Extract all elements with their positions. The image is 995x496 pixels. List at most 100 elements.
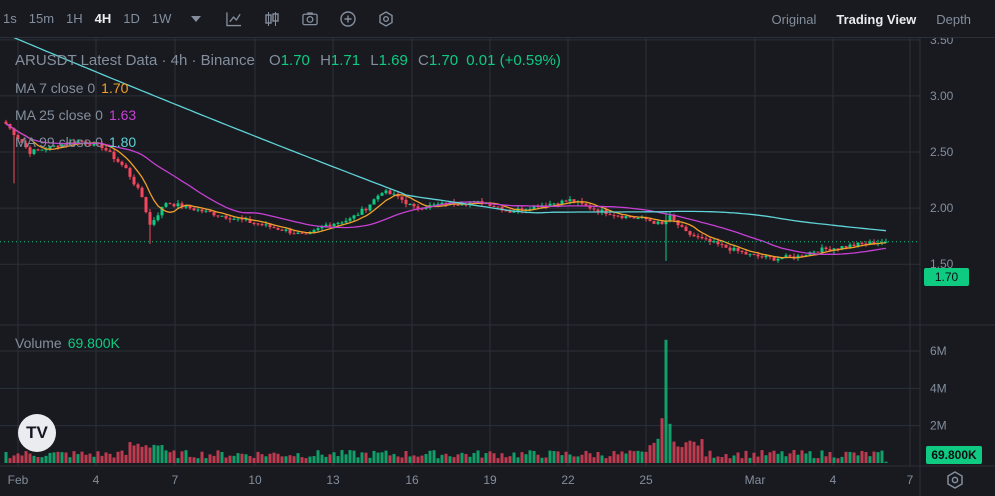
- timeframe-1w[interactable]: 1W: [146, 11, 178, 26]
- y-tick-label: 3.50: [930, 38, 954, 47]
- candle-body: [376, 195, 380, 200]
- candle-body: [788, 255, 792, 257]
- volume-bar: [548, 450, 552, 463]
- add-icon[interactable]: [340, 10, 357, 27]
- timeframe-15m[interactable]: 15m: [23, 11, 60, 26]
- volume-bar: [120, 450, 124, 463]
- tab-trading-view[interactable]: Trading View: [836, 12, 916, 27]
- candle-body: [824, 247, 828, 250]
- chevron-down-icon[interactable]: [188, 11, 204, 27]
- volume-bar: [220, 451, 224, 463]
- candle-body: [636, 218, 640, 220]
- ma7-value: 1.70: [101, 80, 129, 96]
- candle-body: [256, 223, 260, 225]
- volume-bar: [184, 450, 188, 463]
- candle-body: [624, 216, 628, 219]
- volume-bar: [764, 455, 768, 463]
- volume-bar: [72, 451, 76, 463]
- volume-bar: [592, 457, 596, 463]
- volume-bar: [276, 453, 280, 463]
- volume-bar: [660, 418, 664, 463]
- candle-body: [700, 236, 704, 239]
- volume-bar: [792, 450, 796, 463]
- candle-type-icon[interactable]: [264, 11, 280, 27]
- candle-body: [116, 159, 120, 162]
- candle-body: [300, 232, 304, 234]
- chart-settings-icon[interactable]: [946, 471, 964, 489]
- candle-body: [496, 206, 500, 208]
- x-tick-label: Mar: [745, 473, 766, 487]
- volume-bar: [24, 451, 28, 463]
- tradingview-logo[interactable]: TV: [18, 414, 56, 452]
- candle-body: [200, 209, 204, 212]
- candle-body: [368, 204, 372, 211]
- volume-bar: [168, 452, 172, 463]
- tab-original[interactable]: Original: [772, 12, 817, 27]
- candle-body: [592, 208, 596, 210]
- timeframe-4h[interactable]: 4H: [89, 11, 118, 26]
- volume-bar: [664, 339, 668, 463]
- x-tick-label: Feb: [8, 473, 29, 487]
- x-tick-label: 4: [93, 473, 100, 487]
- volume-bar: [480, 457, 484, 463]
- volume-bar: [784, 456, 788, 463]
- volume-badge: 69.800K: [926, 446, 982, 464]
- volume-bar: [720, 457, 724, 463]
- low-label: L: [370, 52, 379, 69]
- volume-tick-label: 2M: [930, 419, 947, 433]
- change-value: 0.01 (+0.59%): [466, 52, 561, 69]
- volume-bar: [724, 454, 728, 463]
- volume-bar: [232, 455, 236, 463]
- timeframe-1h[interactable]: 1H: [60, 11, 89, 26]
- volume-bar: [372, 450, 376, 463]
- timeframe-1d[interactable]: 1D: [117, 11, 146, 26]
- volume-bar: [656, 438, 660, 463]
- candle-body: [192, 208, 196, 211]
- volume-bar: [148, 447, 152, 463]
- volume-bar: [500, 453, 504, 463]
- settings-icon[interactable]: [378, 10, 394, 27]
- tab-depth[interactable]: Depth: [936, 12, 971, 27]
- candle-body: [744, 251, 748, 255]
- volume-bar: [124, 454, 128, 463]
- volume-bar: [628, 450, 632, 463]
- indicator-icon[interactable]: [226, 11, 242, 27]
- candle-body: [388, 190, 392, 195]
- candle-body: [228, 218, 232, 220]
- volume-bar: [36, 457, 40, 463]
- timeframe-1s[interactable]: 1s: [0, 11, 23, 26]
- volume-bar: [728, 458, 732, 463]
- volume-bar: [608, 456, 612, 463]
- volume-bar: [376, 452, 380, 463]
- candle-body: [384, 190, 388, 194]
- candle-body: [280, 229, 284, 231]
- volume-bar: [492, 453, 496, 463]
- volume-bar: [272, 452, 276, 463]
- volume-bar: [680, 447, 684, 463]
- volume-bar: [708, 450, 712, 463]
- candle-body: [756, 254, 760, 257]
- candle-body: [456, 204, 460, 206]
- volume-bar: [640, 451, 644, 463]
- volume-bar: [604, 458, 608, 463]
- volume-bar: [860, 450, 864, 463]
- candle-body: [696, 236, 700, 238]
- candle-body: [224, 215, 228, 219]
- camera-icon[interactable]: [302, 11, 319, 27]
- volume-bar: [472, 452, 476, 463]
- volume-bar: [324, 456, 328, 463]
- candle-body: [688, 231, 692, 235]
- volume-bar: [732, 455, 736, 463]
- volume-bar: [328, 454, 332, 463]
- volume-bar: [872, 451, 876, 463]
- candle-body: [252, 222, 256, 224]
- volume-bar: [416, 456, 420, 463]
- volume-bar: [236, 453, 240, 463]
- volume-bar: [60, 452, 64, 463]
- volume-tick-label: 4M: [930, 381, 947, 395]
- volume-bar: [224, 457, 228, 463]
- volume-bar: [476, 450, 480, 463]
- price-chart[interactable]: Feb 4 7 10 13 16 19 22 25 Mar 4 71.502.002.503.003.…: [0, 38, 995, 496]
- volume-bar: [80, 451, 84, 463]
- volume-bar: [508, 456, 512, 463]
